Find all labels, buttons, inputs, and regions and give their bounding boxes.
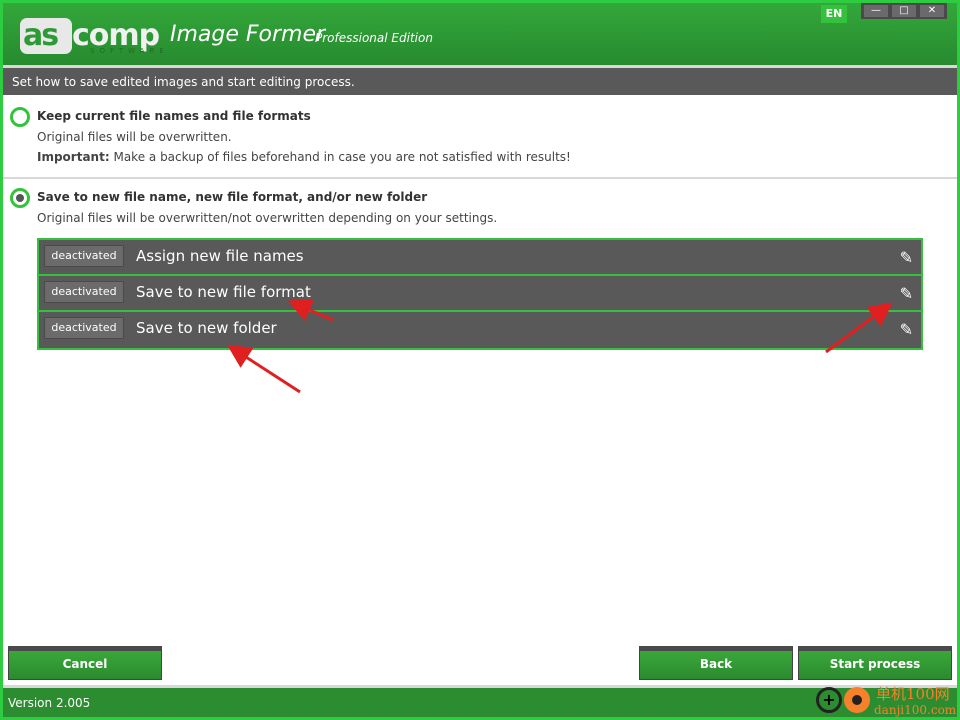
option-desc: Original files will be overwritten/not o… bbox=[37, 211, 498, 225]
pencil-icon[interactable]: ✎ bbox=[900, 320, 913, 339]
option-important: Important: Make a backup of files before… bbox=[37, 150, 571, 164]
status-badge[interactable]: deactivated bbox=[44, 317, 124, 339]
important-label: Important: bbox=[37, 150, 110, 164]
radio-keep-current[interactable] bbox=[10, 107, 30, 127]
watermark-text: 单机100网 bbox=[876, 685, 950, 703]
close-button[interactable]: ✕ bbox=[920, 5, 944, 17]
status-badge[interactable]: deactivated bbox=[44, 281, 124, 303]
option-desc: Original files will be overwritten. bbox=[37, 130, 232, 144]
back-button[interactable]: Back bbox=[639, 646, 793, 680]
instruction-bar: Set how to save edited images and start … bbox=[3, 65, 957, 95]
ascomp-logo: as comp SOFTWARE bbox=[20, 18, 164, 56]
window-controls: — □ ✕ bbox=[861, 3, 947, 19]
minimize-button[interactable]: — bbox=[864, 5, 888, 17]
start-process-button[interactable]: Start process bbox=[798, 646, 952, 680]
watermark-url: danji100.com bbox=[874, 703, 957, 717]
language-button[interactable]: EN bbox=[821, 5, 847, 23]
settings-row-folder[interactable]: deactivated Save to new folder ✎ bbox=[39, 312, 921, 348]
maximize-button[interactable]: □ bbox=[892, 5, 916, 17]
row-label: Save to new file format bbox=[136, 283, 311, 301]
settings-row-file-names[interactable]: deactivated Assign new file names ✎ bbox=[39, 240, 921, 276]
app-edition: Professional Edition bbox=[315, 31, 433, 45]
watermark-logo: + 单机100网 danji100.com bbox=[812, 683, 958, 719]
settings-list: deactivated Assign new file names ✎ deac… bbox=[37, 238, 923, 350]
pencil-icon[interactable]: ✎ bbox=[900, 248, 913, 267]
settings-row-file-format[interactable]: deactivated Save to new file format ✎ bbox=[39, 276, 921, 312]
important-text: Make a backup of files beforehand in cas… bbox=[113, 150, 571, 164]
option-title[interactable]: Keep current file names and file formats bbox=[37, 109, 311, 123]
row-label: Save to new folder bbox=[136, 319, 277, 337]
cancel-button[interactable]: Cancel bbox=[8, 646, 162, 680]
app-window: as comp SOFTWARE Image Former Professional… bbox=[3, 3, 957, 717]
option-title[interactable]: Save to new file name, new file format, … bbox=[37, 190, 427, 204]
row-label: Assign new file names bbox=[136, 247, 304, 265]
version-label: Version 2.005 bbox=[8, 696, 91, 710]
status-badge[interactable]: deactivated bbox=[44, 245, 124, 267]
radio-save-new[interactable] bbox=[10, 188, 30, 208]
title-bar: as comp SOFTWARE Image Former Professional… bbox=[3, 3, 957, 65]
app-title: Image Former bbox=[170, 22, 326, 47]
divider bbox=[3, 177, 957, 179]
pencil-icon[interactable]: ✎ bbox=[900, 284, 913, 303]
